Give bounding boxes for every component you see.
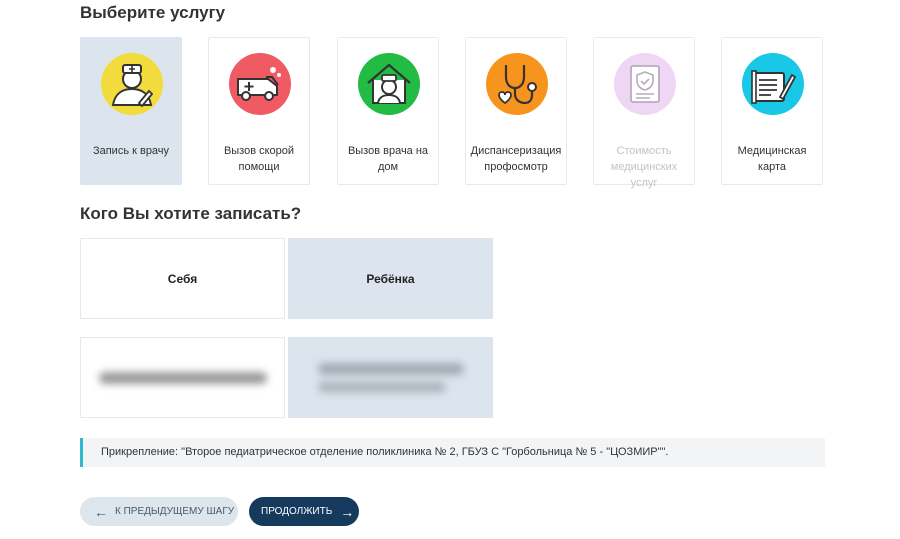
service-prices: Стоимость медицинских услуг [593,37,695,189]
ambulance-icon [229,53,291,115]
blurred-text [317,362,464,375]
service-label: Медицинская карта [737,145,807,173]
service-label: Вызов скорой помощи [223,145,295,173]
service-label: Вызов врача на дом [347,145,429,173]
arrow-left-icon: ← [94,503,108,520]
service-label: Запись к врачу [92,145,170,157]
service-label: Стоимость медицинских услуг [610,145,678,189]
who-heading: Кого Вы хотите записать? [80,204,302,223]
who-option-label: Себя [167,271,198,286]
who-option-child[interactable]: Ребёнка [288,238,493,319]
doctor-appointment-icon [101,53,163,115]
back-button-label: К ПРЕДЫДУЩЕМУ ШАГУ [115,506,235,517]
service-label: Диспансеризация профосмотр [470,145,562,173]
blurred-text-block [317,362,464,393]
attachment-notice: Прикрепление: "Второе педиатрическое отд… [80,438,825,467]
blurred-text [317,380,446,393]
continue-button[interactable]: ПРОДОЛЖИТЬ → [249,497,359,526]
attachment-notice-text: Прикрепление: "Второе педиатрическое отд… [101,446,669,458]
service-ambulance[interactable]: Вызов скорой помощи [208,37,310,185]
home-doctor-icon [358,53,420,115]
continue-button-label: ПРОДОЛЖИТЬ [261,506,333,517]
stethoscope-icon [486,53,548,115]
choose-service-heading: Выберите услугу [80,3,226,22]
blurred-text [98,371,267,384]
blurred-option[interactable] [80,337,285,418]
service-list: Запись к врачу Вызов скорой помощи Вызов… [80,37,825,189]
service-medical-checkup[interactable]: Диспансеризация профосмотр [465,37,567,185]
service-medical-card[interactable]: Медицинская карта [721,37,823,185]
service-doctor-appointment[interactable]: Запись к врачу [80,37,182,185]
service-home-doctor[interactable]: Вызов врача на дом [337,37,439,185]
who-option-label: Ребёнка [366,271,415,286]
who-option-self[interactable]: Себя [80,238,285,319]
back-button[interactable]: ← К ПРЕДЫДУЩЕМУ ШАГУ [80,497,238,526]
arrow-right-icon: → [340,503,355,520]
medical-card-icon [742,53,804,115]
blurred-option[interactable] [288,337,493,418]
price-document-icon [614,53,676,115]
